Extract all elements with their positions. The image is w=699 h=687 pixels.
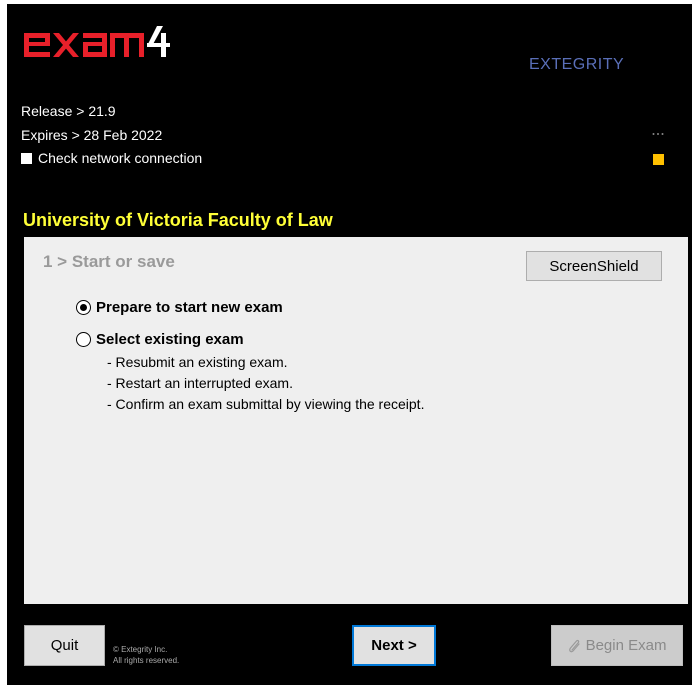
existing-detail-restart: - Restart an interrupted exam. [107, 375, 293, 391]
expiry-date: Expires > 28 Feb 2022 [21, 127, 163, 143]
institution-title: University of Victoria Faculty of Law [23, 210, 333, 230]
begin-exam-button[interactable]: Begin Exam [551, 625, 683, 666]
step-title: 1 > Start or save [43, 252, 175, 271]
paperclip-icon [568, 639, 580, 652]
vendor-logo: EXTEGRITY [529, 56, 625, 73]
option-select-existing[interactable]: Select existing exam [76, 331, 244, 348]
checkbox-icon[interactable] [21, 153, 32, 164]
option-start-new[interactable]: Prepare to start new exam [76, 299, 283, 316]
start-panel: 1 > Start or save ScreenShield Prepare t… [24, 237, 688, 604]
exam4-logo: exam4 [24, 26, 170, 57]
existing-detail-resubmit: - Resubmit an existing exam. [107, 354, 288, 370]
release-version: Release > 21.9 [21, 103, 116, 119]
quit-button[interactable]: Quit [24, 625, 105, 666]
next-button[interactable]: Next > [352, 625, 436, 666]
network-check-label: Check network connection [38, 150, 203, 166]
radio-unselected-icon[interactable] [76, 332, 91, 347]
rights-line: All rights reserved. [113, 656, 180, 665]
copyright-line: © Extegrity Inc. [113, 645, 168, 654]
option-start-new-label: Prepare to start new exam [96, 299, 283, 316]
copyright-notice: © Extegrity Inc. All rights reserved. [113, 644, 179, 666]
existing-detail-receipt: - Confirm an exam submittal by viewing t… [107, 396, 425, 412]
begin-exam-label: Begin Exam [585, 637, 667, 654]
status-indicator-icon [653, 154, 664, 165]
exam4-window: exam4 [7, 4, 692, 685]
option-select-existing-label: Select existing exam [96, 331, 244, 348]
network-check-toggle[interactable]: Check network connection [21, 150, 202, 166]
screenshield-button[interactable]: ScreenShield [526, 251, 662, 281]
activity-dots-icon [652, 133, 664, 135]
radio-selected-icon[interactable] [76, 300, 91, 315]
